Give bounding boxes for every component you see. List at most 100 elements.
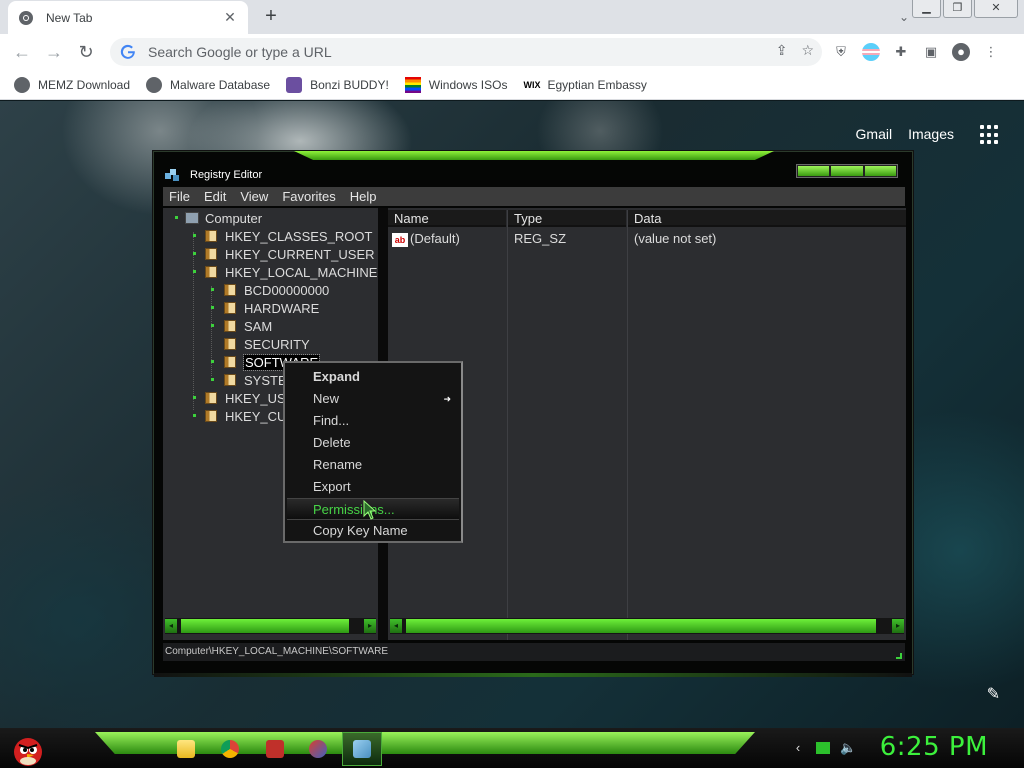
minimize-button[interactable]: [798, 166, 830, 176]
tab-title: New Tab: [46, 10, 93, 25]
computer-icon: [185, 212, 199, 224]
ctx-delete[interactable]: Delete: [285, 432, 461, 454]
bookmark-memz[interactable]: MEMZ Download: [14, 76, 130, 93]
ctx-find[interactable]: Find...: [285, 410, 461, 432]
profile-avatar-icon[interactable]: ●: [952, 43, 970, 61]
ublock-icon[interactable]: ⛨: [832, 43, 850, 61]
taskbar-clock[interactable]: 6:25 PM: [880, 732, 988, 762]
network-icon[interactable]: [816, 742, 830, 754]
restore-button[interactable]: ❐: [943, 0, 972, 18]
tree-node-hkcc[interactable]: HKEY_CU: [205, 407, 286, 425]
scroll-thumb[interactable]: [181, 619, 349, 633]
close-tab-icon[interactable]: ✕: [222, 9, 238, 26]
value-row-name[interactable]: ab (Default): [392, 230, 460, 248]
taskbar-chrome[interactable]: [210, 732, 250, 766]
bookmark-egyptian-embassy[interactable]: WIX Egyptian Embassy: [523, 77, 646, 93]
folder-icon: [205, 230, 217, 242]
menu-view[interactable]: View: [240, 189, 268, 204]
registry-editor-icon: [353, 740, 371, 758]
share-icon[interactable]: ⇪: [776, 42, 788, 59]
forward-button[interactable]: →: [42, 40, 66, 64]
folder-icon: [224, 302, 236, 314]
folder-icon: [224, 356, 236, 368]
bookmark-windows-isos[interactable]: Windows ISOs: [404, 76, 507, 93]
menu-file[interactable]: File: [169, 189, 190, 204]
window-bottom-glow: [154, 673, 912, 677]
menu-help[interactable]: Help: [350, 189, 377, 204]
tree-node-computer[interactable]: Computer: [185, 209, 262, 227]
address-input[interactable]: Search Google or type a URL: [148, 44, 822, 60]
app-icon: [266, 740, 284, 758]
menu-favorites[interactable]: Favorites: [282, 189, 335, 204]
bookmark-malware-database[interactable]: Malware Database: [146, 76, 270, 93]
ctx-new[interactable]: New ➜: [285, 388, 461, 410]
customize-pencil-icon[interactable]: ✎: [987, 684, 1000, 704]
maximize-button[interactable]: [831, 166, 863, 176]
start-angry-bird-icon[interactable]: [8, 728, 48, 768]
google-apps-icon[interactable]: [980, 125, 1000, 145]
scroll-thumb[interactable]: [406, 619, 876, 633]
list-hscrollbar[interactable]: ◂ ▸: [390, 618, 904, 634]
bookmark-star-icon[interactable]: ☆: [801, 42, 814, 59]
more-menu-icon[interactable]: ⋮: [982, 43, 1000, 61]
ctx-rename[interactable]: Rename: [285, 454, 461, 476]
tree-hscrollbar[interactable]: ◂ ▸: [165, 618, 376, 634]
reload-button[interactable]: ↻: [74, 40, 98, 64]
tray-chevron-icon[interactable]: ‹: [790, 740, 806, 756]
resize-grip-icon[interactable]: [896, 653, 902, 659]
tree-node-hku[interactable]: HKEY_US: [205, 389, 286, 407]
column-header-type[interactable]: Type: [508, 210, 626, 227]
registry-editor-window: Registry Editor File Edit View Favorites…: [153, 151, 913, 677]
tree-node-hkcr[interactable]: HKEY_CLASSES_ROOT: [205, 227, 372, 245]
taskbar-file-explorer[interactable]: [166, 732, 206, 766]
tree-node-system[interactable]: SYSTE: [224, 371, 287, 389]
bookmark-bonzi-buddy[interactable]: Bonzi BUDDY!: [286, 76, 389, 93]
taskbar-app-red[interactable]: [255, 732, 295, 766]
chrome-icon: [221, 740, 239, 758]
globe-icon: [14, 76, 30, 93]
scroll-left-arrow[interactable]: ◂: [390, 619, 402, 633]
browser-tabstrip: New Tab ✕ + ⌄ ▁ ❐ ✕: [0, 0, 1024, 34]
tree-node-hklm[interactable]: HKEY_LOCAL_MACHINE: [205, 263, 377, 281]
scroll-left-arrow[interactable]: ◂: [165, 619, 177, 633]
menu-edit[interactable]: Edit: [204, 189, 226, 204]
puzzle-extensions-icon[interactable]: ✚: [892, 43, 910, 61]
column-header-data[interactable]: Data: [628, 210, 906, 227]
new-tab-button[interactable]: +: [258, 4, 284, 30]
gmail-link[interactable]: Gmail: [856, 126, 893, 142]
tree-node-hardware[interactable]: HARDWARE: [224, 299, 319, 317]
close-button[interactable]: [864, 166, 896, 176]
window-controls: ▁ ❐ ✕: [910, 0, 1024, 18]
images-link[interactable]: Images: [908, 126, 954, 142]
tree-node-security[interactable]: SECURITY: [224, 335, 310, 353]
ctx-export[interactable]: Export: [285, 476, 461, 498]
status-bar: Computer\HKEY_LOCAL_MACHINE\SOFTWARE: [163, 643, 905, 661]
tree-node-hkcu[interactable]: HKEY_CURRENT_USER: [205, 245, 375, 263]
scroll-right-arrow[interactable]: ▸: [364, 619, 376, 633]
chrome-icon: [19, 10, 33, 25]
folder-icon: [205, 410, 217, 422]
extension-flag-icon[interactable]: [862, 43, 880, 61]
taskbar-registry-editor[interactable]: [342, 732, 382, 766]
rainbow-flag-icon: [404, 76, 421, 93]
taskbar-app-rocket[interactable]: [298, 732, 338, 766]
mouse-cursor-icon: [363, 500, 377, 520]
column-header-name[interactable]: Name: [388, 210, 506, 227]
address-bar[interactable]: Search Google or type a URL ⇪ ☆: [110, 38, 822, 66]
ctx-copy-key-name[interactable]: Copy Key Name: [285, 520, 461, 542]
back-button[interactable]: ←: [10, 40, 34, 64]
tab-new-tab[interactable]: New Tab ✕: [8, 1, 248, 34]
tree-node-bcd[interactable]: BCD00000000: [224, 281, 329, 299]
ctx-expand[interactable]: Expand: [285, 366, 461, 388]
close-window-button[interactable]: ✕: [974, 0, 1018, 18]
minimize-button[interactable]: ▁: [912, 0, 941, 18]
folder-icon: [177, 740, 195, 758]
window-control-buttons[interactable]: [796, 164, 898, 178]
bonzi-icon: [286, 76, 303, 93]
volume-icon[interactable]: 🔈: [840, 740, 856, 756]
tree-node-sam[interactable]: SAM: [224, 317, 272, 335]
values-list[interactable]: Name Type Data ab (Default) REG_SZ (value…: [388, 208, 906, 640]
side-panel-icon[interactable]: ▣: [922, 43, 940, 61]
scroll-right-arrow[interactable]: ▸: [892, 619, 904, 633]
value-row-type: REG_SZ: [514, 231, 567, 246]
